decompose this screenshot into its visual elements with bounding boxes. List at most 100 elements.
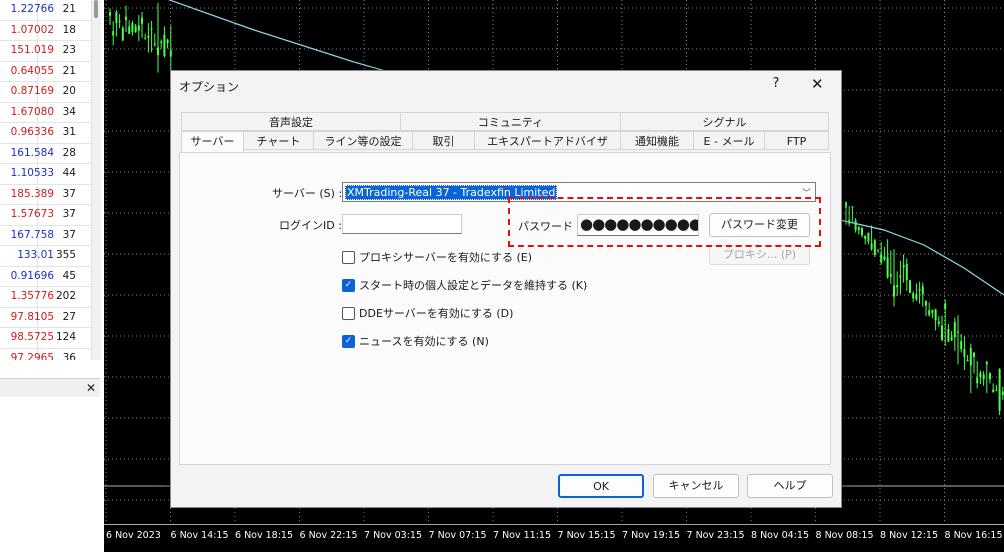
candle-body: [989, 373, 991, 380]
tab-chart[interactable]: チャート: [243, 131, 314, 150]
ok-button[interactable]: OK: [558, 474, 644, 498]
tab-signal[interactable]: シグナル: [620, 112, 829, 131]
candle-body: [976, 377, 979, 384]
market-watch-row[interactable]: 161.584 28: [0, 143, 100, 164]
news-checkbox-label: ニュースを有効にする (N): [359, 335, 489, 348]
time-axis-label: 7 Nov 15:15: [557, 530, 616, 541]
candle-body: [931, 309, 934, 313]
market-watch-row[interactable]: 0.96336 31: [0, 123, 100, 144]
market-watch-row[interactable]: 1.10533 44: [0, 164, 100, 185]
market-watch-row[interactable]: 98.5725 124: [0, 328, 100, 349]
proxy-checkbox[interactable]: [342, 250, 355, 264]
market-watch-row[interactable]: 1.35776 202: [0, 287, 100, 308]
market-watch-row[interactable]: 97.8105 27: [0, 307, 100, 328]
candle-body: [982, 374, 985, 380]
candle-body: [861, 228, 863, 236]
tab-email[interactable]: E - メール: [693, 131, 765, 150]
market-watch-row[interactable]: 0.91696 45: [0, 266, 100, 287]
time-axis-label: 6 Nov 18:15: [235, 530, 294, 541]
candle-body: [928, 310, 931, 316]
market-watch-row[interactable]: 1.22766 21: [0, 0, 100, 21]
candle-body: [921, 286, 924, 295]
dialog-title: オプション: [179, 80, 240, 94]
quote-price: 1.22766: [10, 3, 54, 15]
candle-body: [864, 235, 867, 239]
tab-expert-advisor[interactable]: エキスパートアドバイザ: [474, 131, 621, 150]
cancel-button[interactable]: キャンセル: [653, 474, 739, 498]
quote-price: 1.07002: [10, 23, 54, 36]
market-watch-row[interactable]: 185.389 37: [0, 184, 100, 205]
proxy-button[interactable]: プロキシ... (P): [709, 245, 810, 265]
login-id-input[interactable]: [342, 214, 462, 234]
quote-price: 1.67080: [10, 105, 54, 118]
candle-body: [896, 284, 899, 288]
quote-price: 151.019: [10, 44, 54, 56]
time-axis-label: 7 Nov 11:15: [493, 530, 552, 541]
news-checkbox[interactable]: ✓: [342, 334, 355, 348]
market-watch-row[interactable]: 0.64055 21: [0, 61, 100, 82]
tab-sound[interactable]: 音声設定: [181, 112, 401, 131]
candle-body: [109, 12, 111, 16]
time-axis-label: 6 Nov 2023: [106, 530, 161, 541]
tab-ftp[interactable]: FTP: [764, 131, 829, 150]
quote-spread: 34: [62, 105, 76, 118]
navigator-header: ✕: [0, 378, 100, 398]
time-axis-label: 8 Nov 04:15: [751, 530, 810, 541]
close-icon[interactable]: ✕: [811, 75, 824, 93]
quote-spread: 21: [62, 64, 76, 77]
server-label: サーバー (S) :: [272, 187, 343, 200]
market-watch-row[interactable]: 97.2965 36: [0, 348, 100, 361]
candle-body: [957, 331, 959, 333]
time-axis-label: 8 Nov 08:15: [815, 530, 874, 541]
candle-body: [915, 294, 918, 300]
proxy-checkbox-row[interactable]: プロキシサーバーを有効にする (E): [342, 249, 532, 265]
tab-trade[interactable]: 取引: [412, 131, 475, 150]
news-checkbox-row[interactable]: ✓ ニュースを有効にする (N): [342, 333, 489, 349]
market-watch-row[interactable]: 151.019 23: [0, 41, 100, 62]
dde-checkbox-label: DDEサーバーを有効にする (D): [359, 307, 514, 320]
quote-spread: 20: [62, 85, 76, 97]
candle-body: [115, 11, 118, 24]
candle-body: [934, 309, 937, 321]
market-watch-row[interactable]: 167.758 37: [0, 225, 100, 246]
market-watch-rows: 1.22766 21 1.07002 18 151.019 23 0.64055 21 0.87…: [0, 0, 100, 360]
tab-line-settings[interactable]: ライン等の設定: [313, 131, 413, 150]
candle-body: [845, 202, 847, 208]
candle-body: [141, 17, 143, 24]
keep-settings-checkbox[interactable]: ✓: [342, 278, 355, 292]
market-watch-row[interactable]: 133.01 355: [0, 246, 100, 267]
navigator-panel: [0, 397, 100, 551]
candle-body: [131, 23, 134, 33]
close-icon[interactable]: ✕: [86, 379, 96, 397]
candle-body: [966, 359, 969, 362]
candle-body: [963, 349, 966, 357]
market-watch-row[interactable]: 1.67080 34: [0, 102, 100, 123]
tab-community[interactable]: コミュニティ: [400, 112, 621, 131]
quote-spread: 36: [62, 351, 76, 361]
quote-price: 133.01: [17, 249, 54, 261]
dde-checkbox[interactable]: [342, 306, 355, 320]
quote-spread: 18: [62, 23, 76, 36]
market-watch-row[interactable]: 0.87169 20: [0, 82, 100, 103]
market-watch-row[interactable]: 1.57673 37: [0, 205, 100, 226]
candle-body: [905, 263, 908, 281]
keep-settings-checkbox-row[interactable]: ✓ スタート時の個人設定とデータを維持する (K): [342, 277, 587, 293]
candle-body: [147, 36, 150, 38]
quote-price: 0.91696: [10, 269, 54, 282]
candle-body: [128, 26, 131, 34]
tab-notification[interactable]: 通知機能: [620, 131, 694, 150]
candle-body: [995, 390, 998, 392]
candle-body: [854, 220, 857, 231]
help-button[interactable]: ヘルプ: [747, 474, 833, 498]
candle-body: [851, 206, 854, 208]
dde-checkbox-row[interactable]: DDEサーバーを有効にする (D): [342, 305, 513, 321]
quote-spread: 355: [55, 249, 76, 261]
help-icon[interactable]: ?: [769, 76, 783, 91]
scrollbar-thumb[interactable]: [94, 0, 98, 18]
market-watch-row[interactable]: 1.07002 18: [0, 20, 100, 41]
quote-price: 0.87169: [10, 85, 54, 97]
tab-server[interactable]: サーバー: [181, 131, 244, 152]
candle-body: [918, 289, 921, 291]
candle-body: [899, 275, 902, 278]
market-watch-scrollbar[interactable]: [91, 0, 101, 360]
